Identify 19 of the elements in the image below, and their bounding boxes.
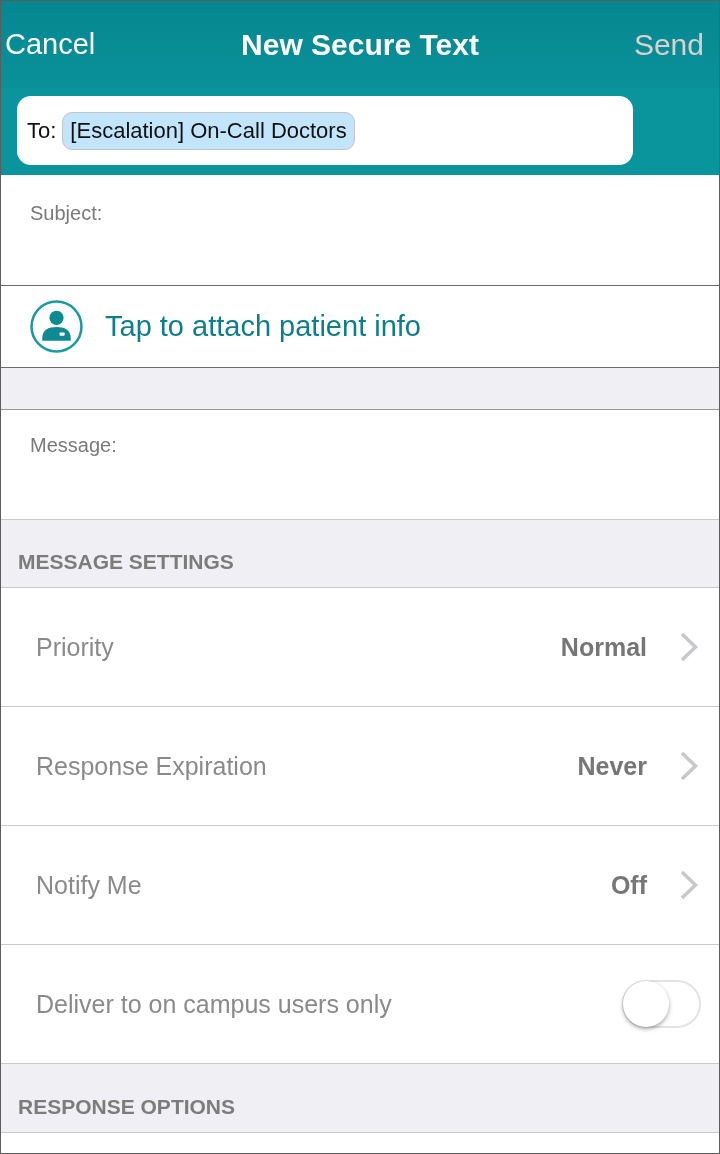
cancel-button[interactable]: Cancel [5,28,96,61]
setting-value: Never [577,751,647,781]
chevron-icon [680,632,698,662]
chevron-icon [680,751,698,781]
setting-label: Deliver to on campus users only [36,989,392,1019]
section-title: RESPONSE OPTIONS [18,1095,236,1119]
chevron-icon [680,870,698,900]
toggle-switch[interactable] [622,980,701,1028]
setting-value: Normal [560,632,647,662]
setting-label: Priority [36,632,114,662]
recipient-field[interactable]: To: [Escalation] On-Call Doctors [17,96,633,165]
to-label: To: [27,117,57,144]
section-title: MESSAGE SETTINGS [18,550,234,574]
setting-value: Off [610,870,647,900]
setting-label: Response Expiration [36,751,267,781]
patient-icon [30,300,83,353]
screen-title: New Secure Text [241,27,479,62]
recipient-chip[interactable]: [Escalation] On-Call Doctors [62,111,355,150]
setting-label: Notify Me [36,870,142,900]
